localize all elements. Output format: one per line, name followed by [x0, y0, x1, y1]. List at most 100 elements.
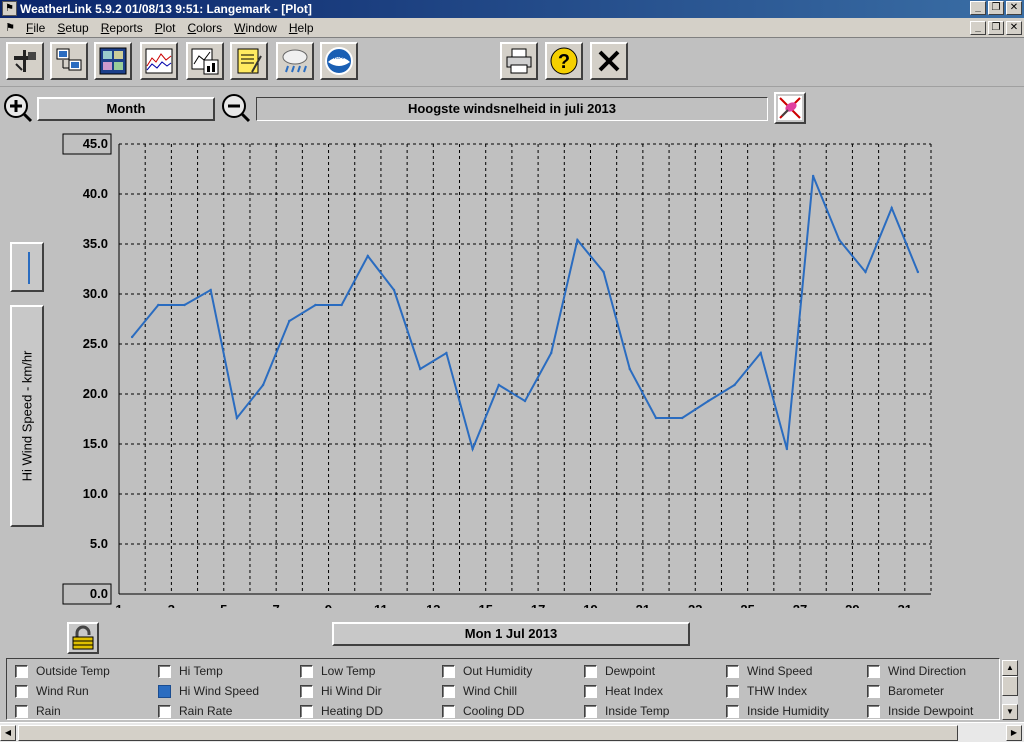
data-point: [733, 383, 736, 387]
notes-button[interactable]: [230, 42, 268, 80]
scroll-right-button[interactable]: ▶: [1006, 725, 1022, 741]
download-button[interactable]: [50, 42, 88, 80]
plot-title[interactable]: Hoogste windsnelheid in juli 2013: [256, 97, 768, 121]
series-checkbox-barometer[interactable]: Barometer: [867, 682, 944, 700]
series-checkbox-low-temp[interactable]: Low Temp: [300, 662, 375, 680]
scroll-thumb[interactable]: [1002, 676, 1018, 696]
close-button[interactable]: [590, 42, 628, 80]
x-tick-label: 27: [793, 602, 807, 608]
noaa-button[interactable]: NOAA: [320, 42, 358, 80]
scroll-up-button[interactable]: ▲: [1002, 660, 1018, 676]
series-checkbox-hi-wind-speed[interactable]: Hi Wind Speed: [158, 682, 259, 700]
child-minimize-button[interactable]: _: [970, 21, 986, 35]
checkbox[interactable]: [300, 684, 313, 698]
menu-file[interactable]: File: [26, 21, 45, 35]
series-checkbox-wind-speed[interactable]: Wind Speed: [726, 662, 812, 680]
scroll-down-button[interactable]: ▼: [1002, 704, 1018, 720]
strip-chart-button[interactable]: [140, 42, 178, 80]
vertical-scrollbar[interactable]: ▲ ▼: [1002, 660, 1018, 720]
series-checkbox-cooling-dd[interactable]: Cooling DD: [442, 702, 524, 719]
checkbox[interactable]: [726, 684, 739, 698]
checkbox[interactable]: [867, 684, 880, 698]
app-icon[interactable]: ⚑: [2, 1, 17, 16]
color-picker-button[interactable]: [774, 92, 806, 124]
checkbox[interactable]: [726, 704, 739, 718]
bulletin-button[interactable]: [94, 42, 132, 80]
checkbox-label: Inside Humidity: [747, 704, 830, 718]
document-icon[interactable]: ⚑: [3, 21, 17, 35]
checkbox[interactable]: [158, 684, 171, 698]
checkbox-label: Dewpoint: [605, 664, 656, 678]
zoom-out-button[interactable]: [220, 92, 252, 124]
plot-button[interactable]: [186, 42, 224, 80]
menu-reports[interactable]: Reports: [101, 21, 143, 35]
series-checkbox-hi-wind-dir[interactable]: Hi Wind Dir: [300, 682, 382, 700]
help-button[interactable]: ?: [545, 42, 583, 80]
series-checkbox-dewpoint[interactable]: Dewpoint: [584, 662, 655, 680]
series-checkbox-inside-dewpoint[interactable]: Inside Dewpoint: [867, 702, 973, 719]
print-button[interactable]: [500, 42, 538, 80]
series-checkbox-out-humidity[interactable]: Out Humidity: [442, 662, 532, 680]
menu-plot[interactable]: Plot: [155, 21, 176, 35]
checkbox[interactable]: [867, 664, 880, 678]
date-selector[interactable]: Mon 1 Jul 2013: [332, 622, 690, 646]
checkbox[interactable]: [158, 664, 171, 678]
series-checkbox-wind-chill[interactable]: Wind Chill: [442, 682, 517, 700]
checkbox[interactable]: [15, 664, 28, 678]
data-point: [235, 416, 239, 420]
scroll-left-button[interactable]: ◀: [0, 725, 16, 741]
checkbox[interactable]: [584, 664, 597, 678]
checkbox-label: Barometer: [888, 684, 945, 698]
station-button[interactable]: [6, 42, 44, 80]
close-window-button[interactable]: ✕: [1006, 1, 1022, 15]
rain-button[interactable]: [276, 42, 314, 80]
data-point: [523, 399, 527, 403]
checkbox[interactable]: [442, 664, 455, 678]
menu-setup[interactable]: Setup: [57, 21, 88, 35]
x-tick-label: 29: [845, 602, 859, 608]
series-checkbox-outside-temp[interactable]: Outside Temp: [15, 662, 110, 680]
checkbox[interactable]: [300, 664, 313, 678]
series-checkbox-rain-rate[interactable]: Rain Rate: [158, 702, 232, 719]
horizontal-scroll-thumb[interactable]: [18, 725, 958, 741]
checkbox[interactable]: [15, 684, 28, 698]
series-checkbox-wind-run[interactable]: Wind Run: [15, 682, 89, 700]
minimize-button[interactable]: _: [970, 1, 986, 15]
lock-button[interactable]: [67, 622, 99, 654]
zoom-in-button[interactable]: [2, 92, 34, 124]
y-tick-label: 25.0: [83, 336, 108, 351]
series-checkbox-heating-dd[interactable]: Heating DD: [300, 702, 383, 719]
child-close-button[interactable]: ✕: [1006, 21, 1022, 35]
checkbox[interactable]: [442, 704, 455, 718]
menu-window[interactable]: Window: [234, 21, 277, 35]
checkbox[interactable]: [867, 704, 880, 718]
data-point: [811, 174, 815, 178]
series-checkbox-thw-index[interactable]: THW Index: [726, 682, 807, 700]
period-selector[interactable]: Month: [37, 97, 215, 121]
series-checkbox-heat-index[interactable]: Heat Index: [584, 682, 663, 700]
child-restore-button[interactable]: ❐: [988, 21, 1004, 35]
checkbox[interactable]: [584, 704, 597, 718]
menu-help[interactable]: Help: [289, 21, 314, 35]
menu-colors[interactable]: Colors: [187, 21, 222, 35]
checkbox[interactable]: [584, 684, 597, 698]
restore-button[interactable]: ❐: [988, 1, 1004, 15]
checkbox[interactable]: [442, 684, 455, 698]
y-tick-label: 45.0: [83, 136, 108, 151]
checkbox[interactable]: [726, 664, 739, 678]
checkbox[interactable]: [158, 704, 171, 718]
series-checkbox-wind-direction[interactable]: Wind Direction: [867, 662, 966, 680]
checkbox[interactable]: [300, 704, 313, 718]
series-checkbox-inside-temp[interactable]: Inside Temp: [584, 702, 669, 719]
wind-speed-chart[interactable]: 45.040.035.030.025.020.015.010.05.00.013…: [0, 128, 1000, 608]
series-checkbox-hi-temp[interactable]: Hi Temp: [158, 662, 223, 680]
horizontal-scrollbar[interactable]: ◀ ▶: [0, 722, 1024, 742]
series-checkbox-inside-humidity[interactable]: Inside Humidity: [726, 702, 830, 719]
data-point: [497, 383, 501, 387]
data-point: [209, 288, 212, 292]
checkbox[interactable]: [15, 704, 28, 718]
x-tick-label: 5: [220, 602, 227, 608]
plot-controls: Month Hoogste windsnelheid in juli 2013: [0, 92, 1024, 124]
title-bar: ⚑ WeatherLink 5.9.2 01/08/13 9:51: Lange…: [0, 0, 1024, 18]
series-checkbox-rain[interactable]: Rain: [15, 702, 61, 719]
